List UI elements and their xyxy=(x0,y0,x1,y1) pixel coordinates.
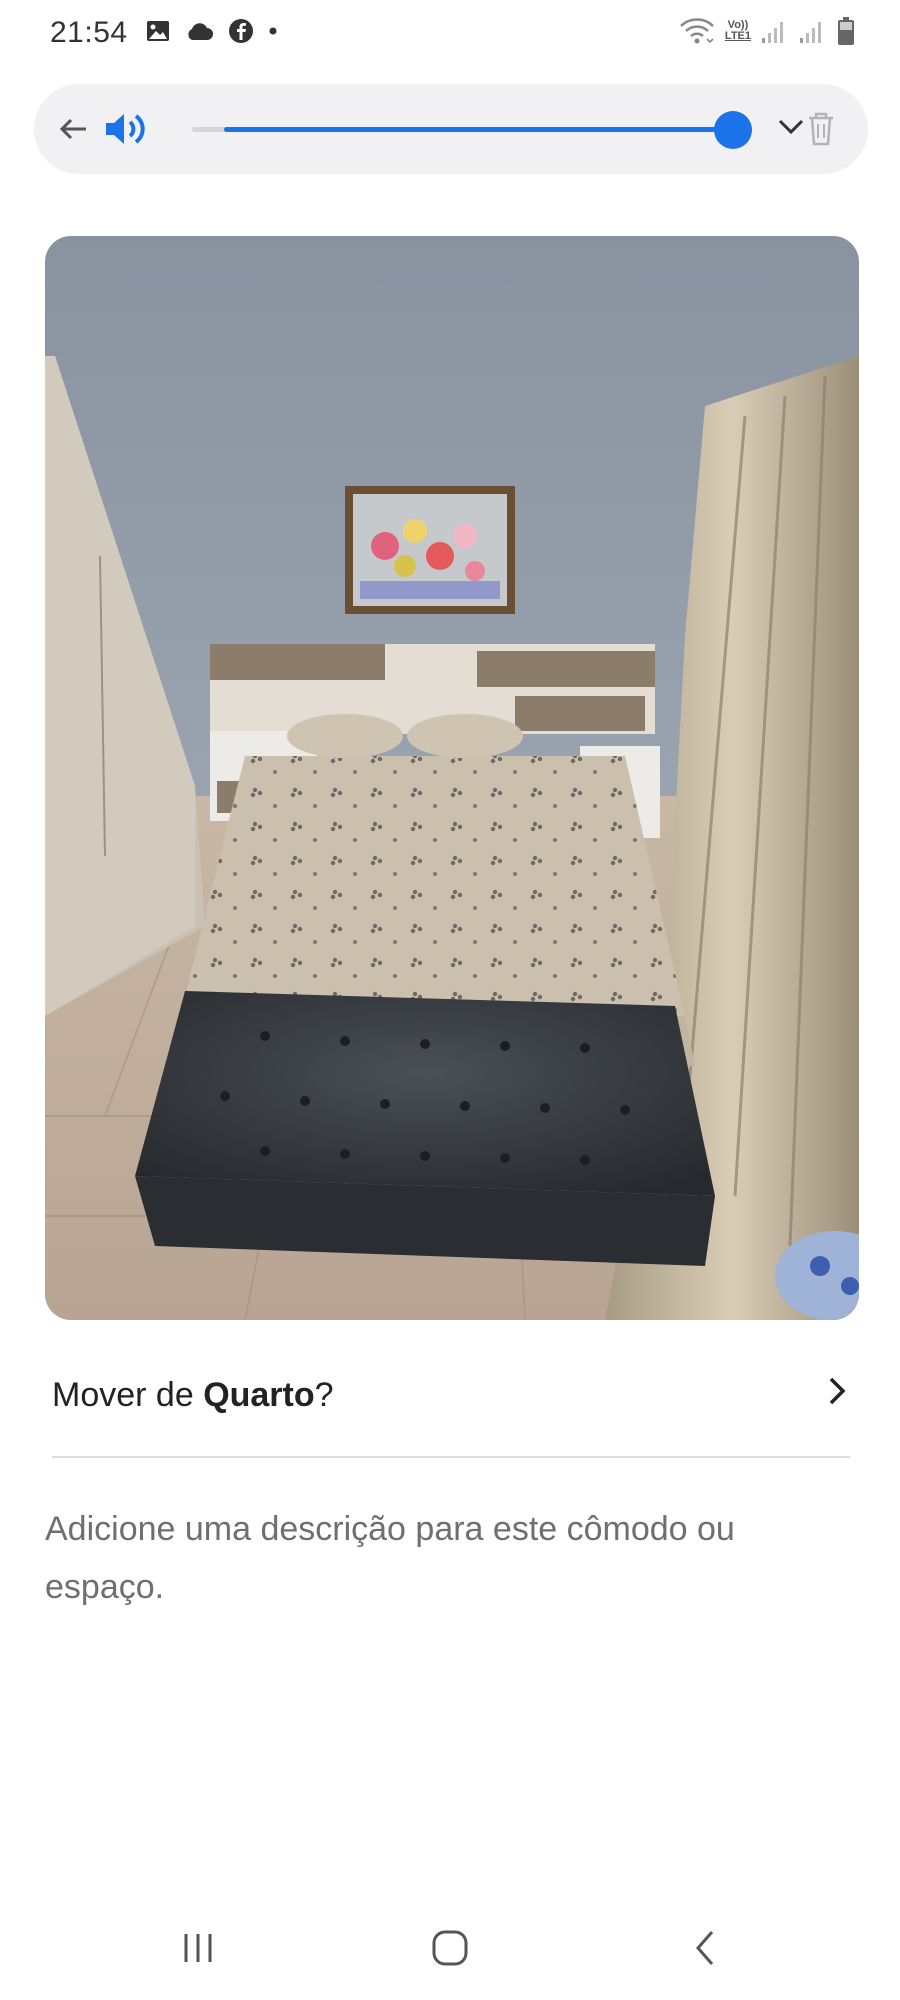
volume-thumb[interactable] xyxy=(714,111,752,149)
status-time: 21:54 xyxy=(50,16,128,49)
move-prefix: Mover de xyxy=(52,1376,204,1414)
description-input[interactable]: Adicione uma descrição para este cômodo … xyxy=(45,1500,855,1616)
volume-fill xyxy=(224,127,733,132)
volume-panel xyxy=(34,84,868,174)
system-icons: Vo)) LTE1 xyxy=(679,16,855,46)
back-icon[interactable] xyxy=(690,1928,720,1968)
back-arrow-icon[interactable] xyxy=(56,112,90,146)
move-room-label: Mover de Quarto? xyxy=(52,1376,334,1415)
navigation-bar xyxy=(0,1900,900,2000)
dot-icon xyxy=(269,27,277,35)
chevron-right-icon xyxy=(829,1377,846,1405)
move-suffix: ? xyxy=(314,1376,334,1414)
notification-icons xyxy=(146,18,278,44)
chevron-down-icon[interactable] xyxy=(774,110,808,144)
status-bar: 21:54 Vo)) LTE1 xyxy=(0,0,900,66)
divider xyxy=(52,1456,850,1458)
battery-icon xyxy=(838,17,854,45)
room-photo[interactable] xyxy=(45,236,859,1320)
volume-slider[interactable] xyxy=(192,111,752,149)
gallery-icon xyxy=(147,21,169,41)
speaker-button[interactable] xyxy=(102,104,182,154)
trash-icon xyxy=(809,112,833,146)
facebook-icon xyxy=(229,19,253,43)
volte-lte-icon: Vo)) LTE1 xyxy=(724,19,751,42)
room-name: Quarto xyxy=(203,1376,315,1414)
signal-icon xyxy=(762,22,783,43)
cloud-icon xyxy=(188,23,213,40)
recent-apps-icon[interactable] xyxy=(180,1928,216,1968)
speaker-icon xyxy=(106,114,145,144)
signal-icon xyxy=(800,22,821,43)
move-room-row[interactable]: Mover de Quarto? xyxy=(52,1366,852,1436)
wifi-icon xyxy=(680,18,714,44)
room-photo-illustration xyxy=(45,236,859,1320)
home-icon[interactable] xyxy=(430,1928,470,1968)
